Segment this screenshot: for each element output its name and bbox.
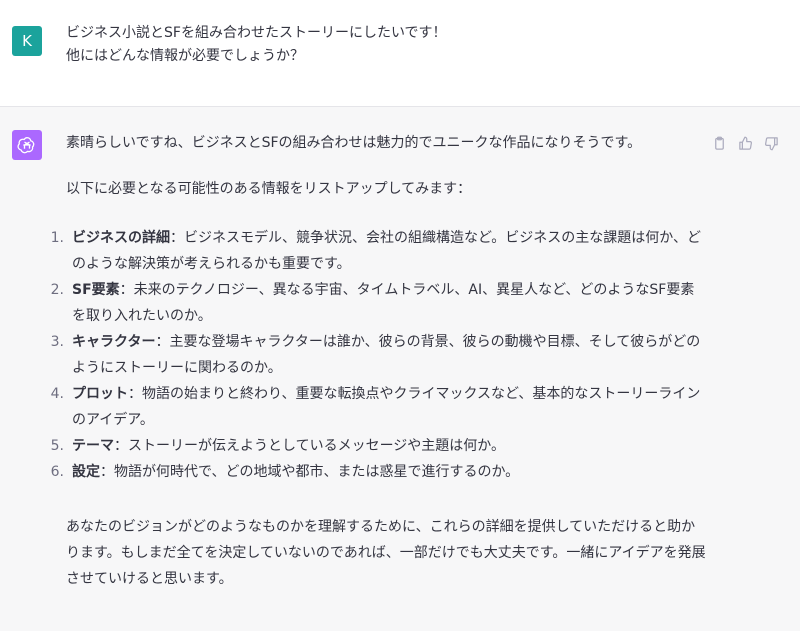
openai-logo-icon [17, 137, 35, 154]
user-message: K ビジネス小説とSFを組み合わせたストーリーにしたいです！ 他にはどんな情報が… [0, 0, 800, 107]
list-item: 1. ビジネスの詳細：ビジネスモデル、競争状況、会社の組織構造など。ビジネスの主な… [50, 230, 702, 272]
list-item: 5. テーマ：ストーリーが伝えようとしているメッセージや主題は何か。 [50, 438, 506, 454]
user-avatar: K [12, 26, 42, 56]
info-list: 1. ビジネスの詳細：ビジネスモデル、競争状況、会社の組織構造など。ビジネスの主な… [50, 225, 706, 485]
user-avatar-letter: K [22, 32, 32, 50]
thumbs-down-icon[interactable] [762, 134, 780, 152]
message-actions [710, 134, 780, 152]
assistant-closing: あなたのビジョンがどのようなものかを理解するために、これらの詳細を提供していただ… [66, 519, 706, 587]
clipboard-icon[interactable] [710, 134, 728, 152]
assistant-lead: 以下に必要となる可能性のある情報をリストアップしてみます： [66, 181, 472, 197]
list-item: 3. キャラクター：主要な登場キャラクターは誰か、彼らの背景、彼らの動機や目標、そ… [50, 334, 701, 376]
list-item: 4. プロット：物語の始まりと終わり、重要な転換点やクライマックスなど、基本的なス… [50, 386, 701, 428]
list-item: 6. 設定：物語が何時代で、どの地域や都市、または惑星で進行するのか。 [50, 464, 520, 480]
thumbs-up-icon[interactable] [736, 134, 754, 152]
user-message-line: 他にはどんな情報が必要でしょうか？ [66, 48, 304, 64]
assistant-avatar [12, 130, 42, 160]
user-message-line: ビジネス小説とSFを組み合わせたストーリーにしたいです！ [66, 25, 447, 41]
assistant-intro: 素晴らしいですね、ビジネスとSFの組み合わせは魅力的でユニークな作品になりそうで… [66, 135, 642, 151]
user-message-text: ビジネス小説とSFを組み合わせたストーリーにしたいです！ 他にはどんな情報が必要… [66, 22, 746, 68]
list-item: 2. SF要素：未来のテクノロジー、異なる宇宙、タイムトラベル、AI、異星人など、… [50, 282, 695, 324]
